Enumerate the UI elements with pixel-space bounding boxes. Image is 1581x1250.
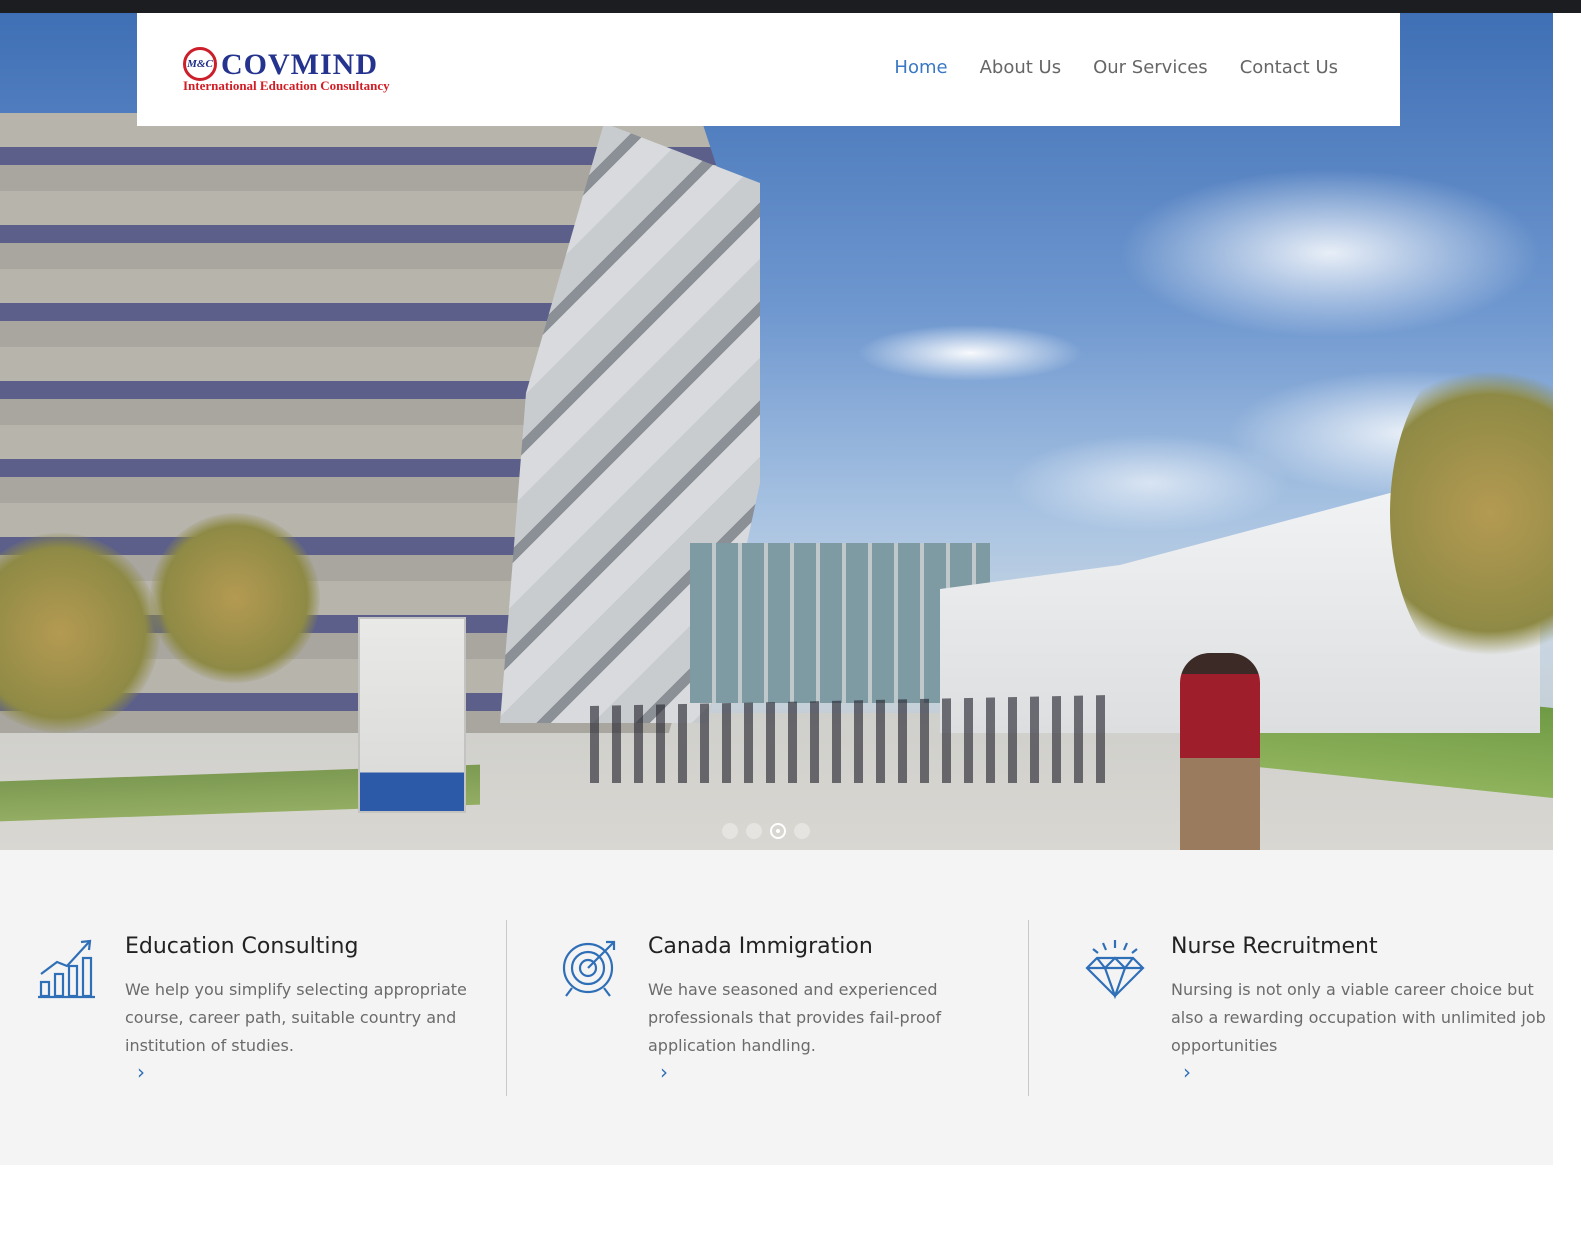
main-nav: Home About Us Our Services Contact Us [894,57,1338,78]
nav-our-services[interactable]: Our Services [1093,57,1208,78]
hero-tree [150,513,320,683]
logo-tagline: International Education Consultancy [183,78,390,93]
feature-description: Nursing is not only a viable career choi… [1171,980,1546,1055]
site-header: M&C COVMIND International Education Cons… [137,13,1400,126]
slider-pagination [722,823,810,839]
chevron-right-icon[interactable]: › [137,1060,157,1084]
logo-brand-name: COVMIND [221,48,378,81]
nav-about-us[interactable]: About Us [980,57,1062,78]
hero-slider[interactable] [0,13,1553,850]
slider-dot-2[interactable] [746,823,762,839]
feature-canada-immigration: Canada Immigration We have seasoned and … [560,920,1060,1096]
nav-home[interactable]: Home [894,57,947,78]
chevron-right-icon[interactable]: › [1183,1060,1203,1084]
feature-description: We help you simplify selecting appropria… [125,980,467,1055]
feature-title: Education Consulting [125,934,359,959]
hero-campus-sign [358,617,466,813]
site-logo[interactable]: M&C COVMIND International Education Cons… [183,47,403,97]
feature-divider [506,920,507,1096]
feature-description: We have seasoned and experienced profess… [648,980,942,1055]
feature-education-consulting: Education Consulting We help you simplif… [37,920,537,1096]
feature-nurse-recruitment: Nurse Recruitment Nursing is not only a … [1083,920,1581,1096]
hero-student [1180,653,1260,850]
top-bar [0,0,1581,13]
bar-chart-growth-icon [38,939,95,999]
logo-mark-icon: M&C [183,47,217,81]
nav-contact-us[interactable]: Contact Us [1240,57,1338,78]
feature-title: Nurse Recruitment [1171,934,1378,959]
services-features: Education Consulting We help you simplif… [0,850,1553,1165]
target-icon [562,940,616,997]
chevron-right-icon[interactable]: › [660,1060,680,1084]
slider-dot-4[interactable] [794,823,810,839]
logo-mark-text: M&C [187,58,213,70]
feature-divider [1028,920,1029,1096]
slider-dot-3-active[interactable] [770,823,786,839]
slider-dot-1[interactable] [722,823,738,839]
diamond-icon [1085,940,1145,1000]
feature-title: Canada Immigration [648,934,873,959]
